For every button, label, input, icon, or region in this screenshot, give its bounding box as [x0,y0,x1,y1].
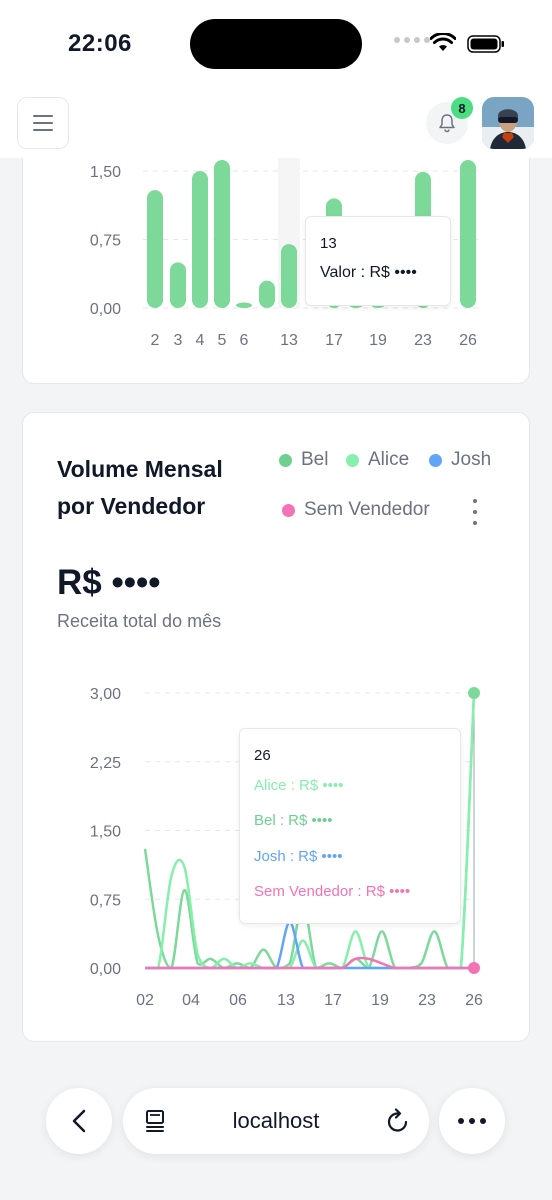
bar [170,262,186,308]
notification-badge: 8 [451,97,473,119]
x-tick-label: 26 [465,992,483,1009]
battery-icon [467,35,504,53]
y-tick-label: 0,00 [90,961,121,978]
status-time: 22:06 [68,30,132,57]
user-avatar-image [482,97,534,149]
bar [460,160,476,308]
series-line-sem-vendedor [145,956,474,970]
back-button[interactable] [46,1088,112,1154]
x-tick-label: 3 [174,332,183,349]
x-tick-label: 17 [324,992,342,1009]
active-point-sem-vendedor [468,962,480,974]
line-chart-tooltip: 26 Alice : R$ •••• Bel : R$ •••• Josh : … [239,728,461,924]
x-tick-label: 13 [280,332,298,349]
bar [214,160,230,308]
wifi-icon [430,33,456,51]
bar [281,244,297,308]
bar-chart-tooltip: 13 Valor : R$ •••• [305,216,451,306]
dynamic-island [190,19,362,69]
y-tick-label: 1,50 [90,824,121,841]
ellipsis-icon [458,1118,486,1124]
x-tick-label: 13 [277,992,295,1009]
y-tick-label: 1,50 [90,164,121,181]
tooltip-row-bel: Bel : R$ •••• [254,812,333,829]
reload-icon[interactable] [386,1108,410,1134]
y-tick-label: 0,00 [90,301,121,318]
avatar[interactable] [482,97,534,149]
x-tick-label: 6 [240,332,249,349]
x-tick-label: 04 [182,992,200,1009]
x-tick-label: 02 [136,992,154,1009]
x-tick-label: 23 [414,332,432,349]
x-tick-label: 19 [371,992,389,1009]
y-tick-label: 0,75 [90,892,121,909]
daily-revenue-bar-chart: 0,000,751,502 3 4 5 6 13 17 19 23 26 [90,158,483,349]
active-point-bel [468,687,480,699]
chevron-left-icon [72,1109,86,1133]
bar [236,302,252,308]
address-text: localhost [232,1108,320,1133]
x-tick-label: 19 [369,332,387,349]
bar [147,190,163,308]
x-tick-label: 17 [325,332,343,349]
bell-icon [439,114,455,133]
y-tick-label: 3,00 [90,686,121,703]
x-tick-label: 23 [418,992,436,1009]
tooltip-title: 13 [320,235,337,252]
tooltip-row-sem-vendedor: Sem Vendedor : R$ •••• [254,883,411,900]
x-tick-label: 26 [459,332,477,349]
y-tick-label: 2,25 [90,755,121,772]
monthly-volume-card: Volume Mensal por Vendedor Bel Alice Jos… [22,412,530,1042]
tooltip-row-josh: Josh : R$ •••• [254,848,343,865]
x-tick-label: 06 [229,992,247,1009]
more-button[interactable] [439,1088,505,1154]
menu-button[interactable] [17,97,69,149]
monthly-volume-line-chart: 0,00 0,75 1,50 2,25 3,00 02 04 06 13 17 19 23 26 [90,686,483,1009]
status-bar: 22:06 [0,0,552,90]
app-header: 8 [0,90,552,158]
daily-revenue-card: 0,00 0,75 1,50 2 3 4 5 6 13 17 19 23 26 13 Valor : R… [22,130,530,384]
hamburger-icon [33,115,53,131]
browser-toolbar: localhost [0,1062,552,1200]
address-bar[interactable]: localhost [123,1088,429,1154]
tooltip-row-alice: Alice : R$ •••• [254,777,344,794]
x-tick-label: 4 [196,332,205,349]
bar [259,280,275,308]
cellular-signal-icon [394,37,430,43]
bar [192,171,208,308]
tooltip-value: Valor : R$ •••• [320,264,417,281]
y-tick-label: 0,75 [90,233,121,250]
x-tick-label: 2 [151,332,160,349]
x-tick-label: 5 [218,332,227,349]
tooltip-title: 26 [254,747,271,764]
